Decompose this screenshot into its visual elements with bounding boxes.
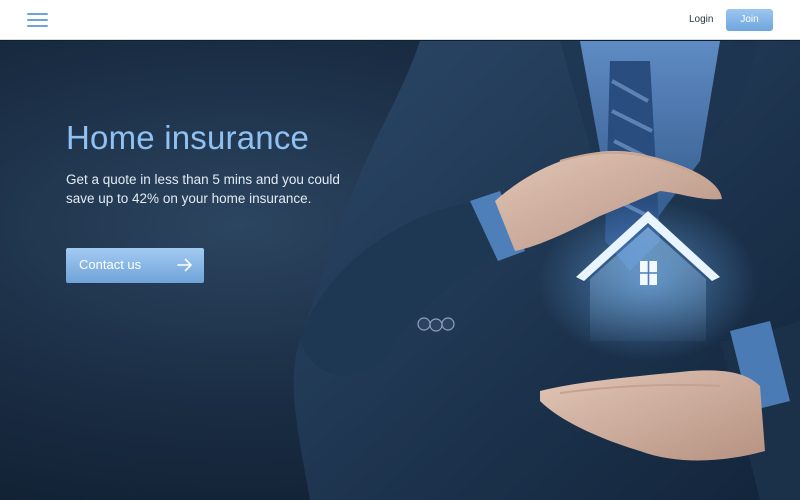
contact-us-button[interactable]: Contact us bbox=[66, 248, 204, 283]
hamburger-menu-icon[interactable] bbox=[27, 13, 48, 27]
login-link[interactable]: Login bbox=[689, 14, 713, 25]
menu-line bbox=[27, 13, 48, 15]
menu-line bbox=[27, 25, 48, 27]
hero-banner: Home insurance Get a quote in less than … bbox=[0, 41, 800, 500]
join-button[interactable]: Join bbox=[726, 9, 773, 31]
arrow-right-icon bbox=[177, 258, 192, 272]
contact-us-label: Contact us bbox=[79, 257, 142, 272]
page-title: Home insurance bbox=[66, 119, 310, 156]
hero-subtitle: Get a quote in less than 5 mins and you … bbox=[66, 172, 340, 206]
menu-line bbox=[27, 19, 48, 21]
top-navigation-bar: Login Join bbox=[0, 0, 800, 40]
